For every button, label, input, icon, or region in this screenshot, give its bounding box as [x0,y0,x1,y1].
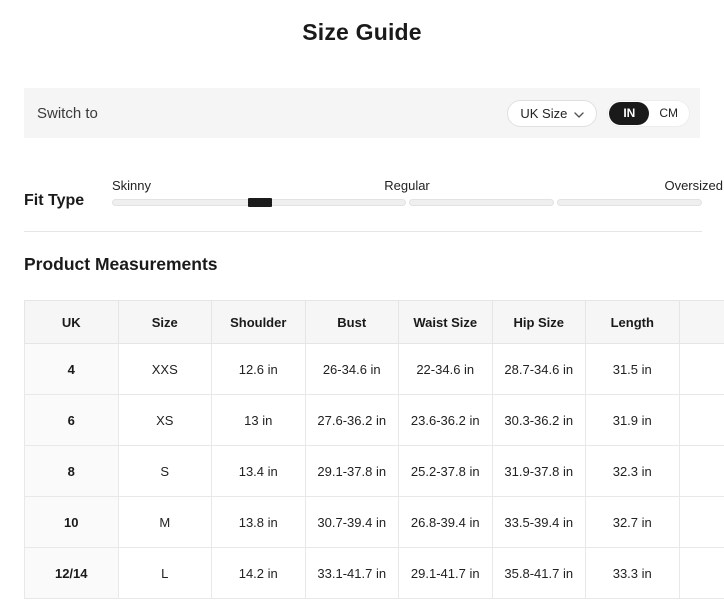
measurements-table: UKSizeShoulderBustWaist SizeHip SizeLeng… [24,300,724,599]
page-title: Size Guide [0,19,724,46]
table-cell: 14.2 in [212,548,306,599]
table-cell: 33.3 in [586,548,680,599]
fit-slider-handle[interactable] [248,198,272,207]
size-system-dropdown-value: UK Size [520,106,567,121]
column-header: Length [586,301,680,344]
table-cell: 26.8-39.4 in [399,497,493,548]
table-cell: 6 [25,395,119,446]
table-cell: 10 [25,497,119,548]
table-cell: 31.9-37.8 in [492,446,586,497]
unit-cm-button[interactable]: CM [649,102,688,125]
table-header-row: UKSizeShoulderBustWaist SizeHip SizeLeng… [25,301,724,344]
table-cell: 33.5-39.4 in [492,497,586,548]
slider-track-segment [557,199,702,206]
fit-option-regular: Regular [112,178,702,193]
table-row: 6XS13 in27.6-36.2 in23.6-36.2 in30.3-36.… [25,395,724,446]
table-cell: 25.2-37.8 in [399,446,493,497]
column-header: UK [25,301,119,344]
slider-track-segment [112,199,257,206]
table-cell: 22-34.6 in [399,344,493,395]
table-cell-partial [679,497,724,548]
table-cell: 33.1-41.7 in [305,548,399,599]
table-cell: 8 [25,446,119,497]
switch-bar-controls: UK Size IN CM [507,100,690,127]
table-cell: 27.6-36.2 in [305,395,399,446]
table-cell: M [118,497,212,548]
table-cell-partial [679,395,724,446]
section-divider [24,231,702,232]
table-cell: 32.3 in [586,446,680,497]
fit-type-option-labels: Skinny Regular Oversized [112,178,723,194]
table-row: 4XXS12.6 in26-34.6 in22-34.6 in28.7-34.6… [25,344,724,395]
table-cell: 31.9 in [586,395,680,446]
table-cell: 31.5 in [586,344,680,395]
table-row: 8S13.4 in29.1-37.8 in25.2-37.8 in31.9-37… [25,446,724,497]
column-header: Size [118,301,212,344]
table-cell: 35.8-41.7 in [492,548,586,599]
table-cell: 4 [25,344,119,395]
size-guide-page: Size Guide Switch to UK Size IN CM Fit T… [0,0,724,603]
switch-bar: Switch to UK Size IN CM [24,88,700,138]
table-cell: 12/14 [25,548,119,599]
slider-track-segment [260,199,405,206]
table-cell-partial [679,446,724,497]
fit-type-slider[interactable] [112,198,702,207]
table-cell: 23.6-36.2 in [399,395,493,446]
table-cell: 13 in [212,395,306,446]
table-cell: 29.1-37.8 in [305,446,399,497]
unit-in-button[interactable]: IN [609,102,649,125]
table-cell: S [118,446,212,497]
table-cell: 30.3-36.2 in [492,395,586,446]
table-cell-partial [679,548,724,599]
table-cell: L [118,548,212,599]
fit-type-label: Fit Type [24,192,84,210]
table-cell: 26-34.6 in [305,344,399,395]
table-cell: 13.4 in [212,446,306,497]
measurements-heading: Product Measurements [24,254,218,275]
table-row: 10M13.8 in30.7-39.4 in26.8-39.4 in33.5-3… [25,497,724,548]
fit-option-oversized: Oversized [664,178,723,193]
slider-track-segment [409,199,554,206]
table-cell: 28.7-34.6 in [492,344,586,395]
column-header: Bust [305,301,399,344]
table-cell: 30.7-39.4 in [305,497,399,548]
column-header: Shoulder [212,301,306,344]
table-cell: 12.6 in [212,344,306,395]
table-cell: 13.8 in [212,497,306,548]
table-cell: 29.1-41.7 in [399,548,493,599]
table-cell: 32.7 in [586,497,680,548]
column-header-partial [679,301,724,344]
table-cell: XXS [118,344,212,395]
switch-to-label: Switch to [37,105,98,122]
measurements-table-wrap[interactable]: UKSizeShoulderBustWaist SizeHip SizeLeng… [24,300,724,600]
table-row: 12/14L14.2 in33.1-41.7 in29.1-41.7 in35.… [25,548,724,599]
unit-toggle: IN CM [607,100,690,127]
column-header: Waist Size [399,301,493,344]
column-header: Hip Size [492,301,586,344]
table-cell: XS [118,395,212,446]
table-cell-partial [679,344,724,395]
chevron-down-icon [574,106,584,121]
size-system-dropdown[interactable]: UK Size [507,100,597,127]
